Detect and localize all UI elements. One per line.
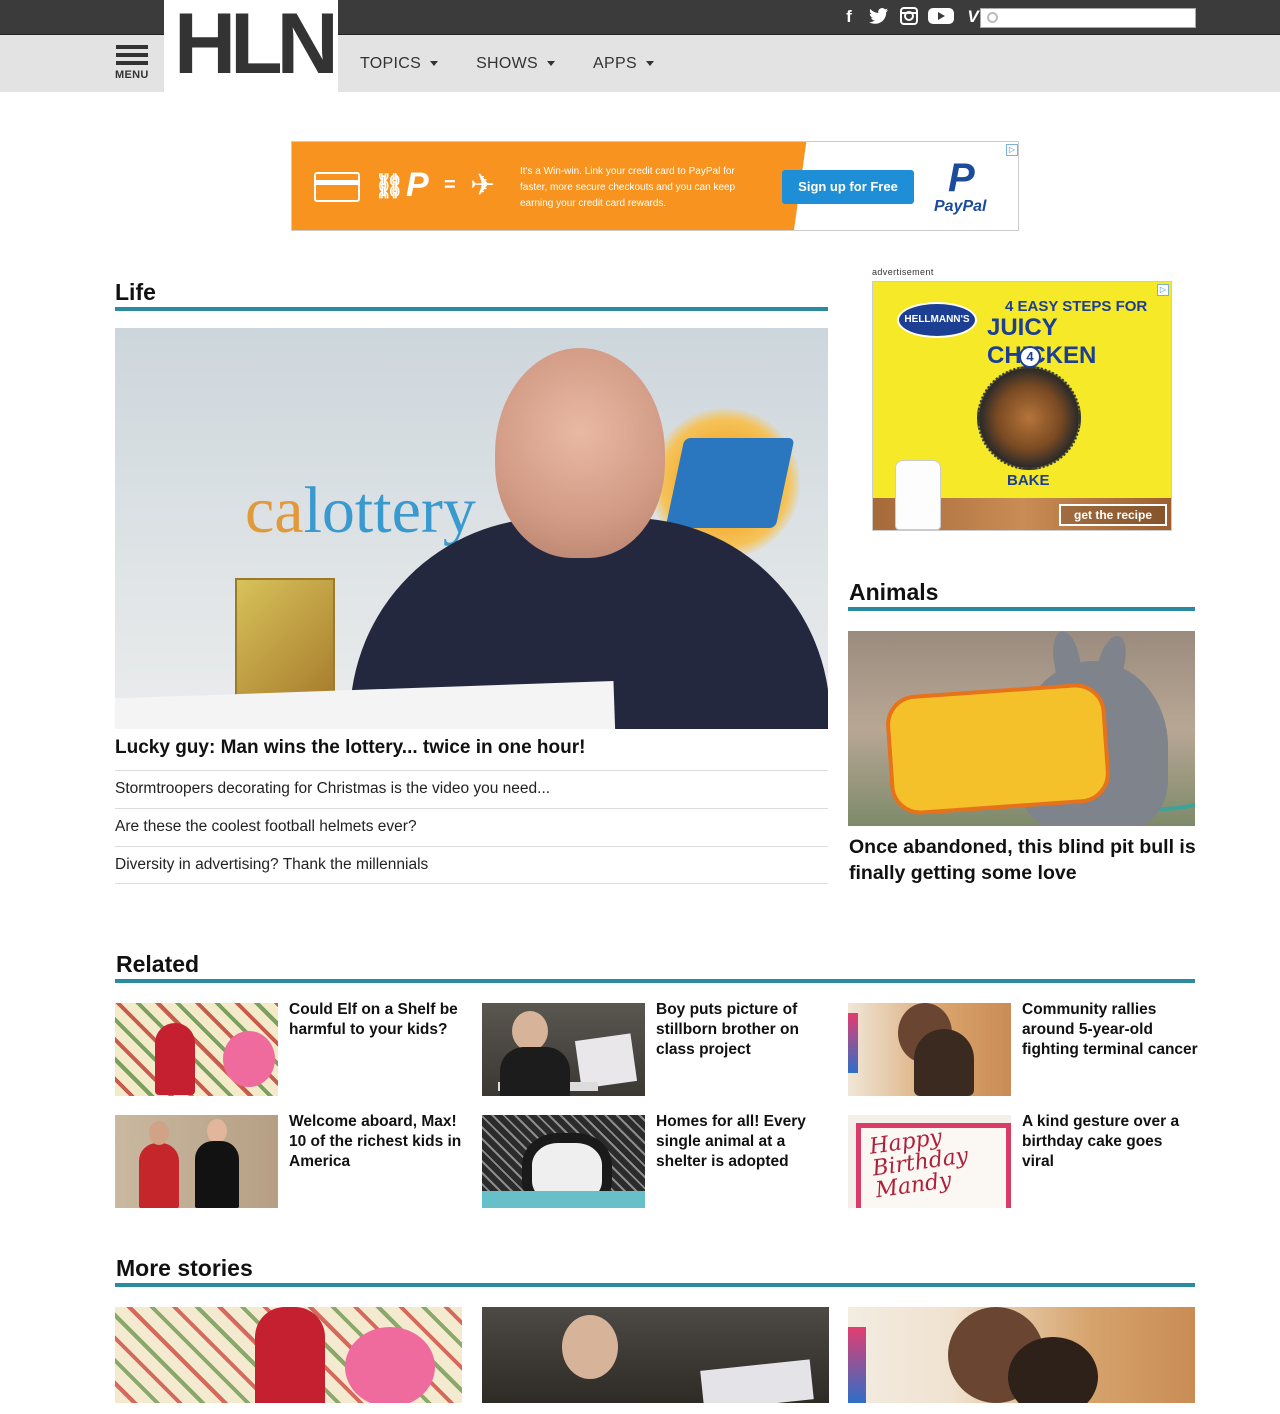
banner-ad[interactable]: ⛓ P = ✈ It's a Win-win. Link your credit… (291, 141, 1019, 231)
caret-down-icon (645, 61, 654, 66)
search-input[interactable] (980, 8, 1196, 28)
caret-down-icon (430, 61, 439, 66)
side-ad[interactable]: HELLMANN'S 4 EASY STEPS FOR JUICY CHICKE… (872, 281, 1172, 531)
adchoices-icon[interactable]: ▷ (1006, 144, 1018, 156)
hero-lottery-ticket (235, 578, 335, 708)
related-item[interactable]: Stillborn Baby in Class Project Boy puts… (482, 1000, 832, 1096)
thumbnail-stripe (848, 1013, 858, 1073)
list-item[interactable]: Diversity in advertising? Thank the mill… (115, 846, 828, 884)
side-ad-line2: JUICY CHICKEN (987, 314, 1097, 369)
related-thumbnail[interactable]: Happy Birthday Mandy (848, 1115, 1011, 1208)
related-item[interactable]: Happy Birthday Mandy A kind gesture over… (848, 1112, 1198, 1208)
thumbnail-caption: Stillborn Baby in Class Project (498, 1082, 598, 1091)
related-item[interactable]: Welcome aboard, Max! 10 of the richest k… (115, 1112, 465, 1208)
hamburger-icon (116, 45, 148, 69)
more-story-image[interactable] (482, 1307, 829, 1403)
adchoices-icon[interactable]: ▷ (1157, 284, 1169, 296)
side-ad-line1: 4 EASY STEPS FOR (1005, 298, 1148, 315)
get-recipe-button[interactable]: get the recipe (1059, 504, 1167, 526)
animals-section-title: Animals (849, 579, 939, 605)
social-links: f V (838, 7, 992, 27)
life-section-title: Life (115, 279, 156, 305)
thumbnail-head (149, 1121, 169, 1145)
animals-headline[interactable]: Once abandoned, this blind pit bull is f… (849, 834, 1199, 886)
hero-brand-text: calottery (245, 473, 476, 549)
related-section-rule (115, 979, 1195, 983)
caret-down-icon (547, 61, 556, 66)
related-title[interactable]: Could Elf on a Shelf be harmful to your … (289, 1000, 465, 1040)
menu-label: MENU (115, 69, 149, 81)
hero-brand-part-a: ca (245, 474, 304, 547)
search-icon (987, 12, 998, 23)
thumbnail-paper (574, 1033, 638, 1089)
menu-button[interactable]: MENU (98, 35, 164, 92)
life-story-list: Stormtroopers decorating for Christmas i… (115, 770, 828, 884)
mayo-jar-image (895, 460, 941, 530)
related-thumbnail[interactable] (848, 1003, 1011, 1096)
site-logo[interactable]: HLN (164, 0, 339, 92)
twitter-icon[interactable] (868, 7, 890, 27)
life-section-rule (115, 307, 828, 311)
facebook-icon[interactable]: f (838, 7, 860, 27)
chicken-pan-image (977, 366, 1081, 470)
related-section-title: Related (116, 951, 200, 977)
hero-logo-graphic (665, 438, 795, 528)
cake-text: Happy Birthday Mandy (867, 1124, 970, 1204)
nav-topics[interactable]: TOPICS (360, 54, 439, 73)
step-label: BAKE (1007, 472, 1050, 489)
related-thumbnail[interactable] (482, 1115, 645, 1208)
hellmanns-logo: HELLMANN'S (897, 302, 977, 338)
related-thumbnail[interactable] (115, 1003, 278, 1096)
equals-icon: = (444, 174, 456, 196)
main-nav: TOPICS SHOWS APPS (360, 35, 692, 92)
hero-person-head (495, 348, 665, 558)
related-thumbnail[interactable] (115, 1115, 278, 1208)
more-stories-section-title: More stories (116, 1255, 253, 1281)
more-stories-section-rule (115, 1283, 1195, 1287)
airplane-icon: ✈ (470, 169, 496, 202)
nav-apps[interactable]: APPS (593, 55, 654, 73)
more-story-image[interactable] (848, 1307, 1195, 1403)
instagram-icon[interactable] (898, 7, 920, 27)
nav-shows-label: SHOWS (476, 54, 539, 72)
youtube-icon[interactable] (928, 7, 954, 27)
nav-shows[interactable]: SHOWS (476, 54, 556, 73)
animals-section-rule (848, 607, 1195, 611)
credit-card-icon (314, 172, 360, 202)
hero-brand-part-b: lottery (303, 474, 476, 547)
related-item[interactable]: Community rallies around 5-year-old figh… (848, 1000, 1198, 1096)
paypal-logo-icon: P (948, 156, 975, 200)
thumbnail-head (207, 1119, 227, 1143)
nav-apps-label: APPS (593, 54, 637, 72)
nav-topics-label: TOPICS (360, 54, 422, 72)
advertisement-label: advertisement (872, 267, 934, 277)
related-item[interactable]: Could Elf on a Shelf be harmful to your … (115, 1000, 465, 1096)
step-number: 4 (1019, 346, 1041, 368)
dog-sweater-graphic (884, 681, 1112, 817)
paypal-p-icon: P (406, 166, 429, 204)
related-title[interactable]: A kind gesture over a birthday cake goes… (1022, 1112, 1198, 1172)
related-title[interactable]: Homes for all! Every single animal at a … (656, 1112, 832, 1172)
list-item[interactable]: Are these the coolest football helmets e… (115, 808, 828, 846)
list-item[interactable]: Stormtroopers decorating for Christmas i… (115, 770, 828, 808)
paypal-wordmark: PayPal (934, 198, 987, 215)
related-item[interactable]: Homes for all! Every single animal at a … (482, 1112, 832, 1208)
banner-ad-text: It's a Win-win. Link your credit card to… (520, 166, 736, 209)
related-title[interactable]: Community rallies around 5-year-old figh… (1022, 1000, 1198, 1060)
related-title[interactable]: Boy puts picture of stillborn brother on… (656, 1000, 832, 1060)
life-hero-image[interactable]: calottery (115, 328, 828, 729)
life-lead-headline[interactable]: Lucky guy: Man wins the lottery... twice… (115, 737, 585, 759)
more-story-image[interactable] (115, 1307, 462, 1403)
related-title[interactable]: Welcome aboard, Max! 10 of the richest k… (289, 1112, 465, 1172)
thumbnail-stripe (848, 1327, 866, 1403)
animals-image[interactable] (848, 631, 1195, 826)
logo-text: HLN (174, 0, 339, 92)
related-thumbnail[interactable]: Stillborn Baby in Class Project (482, 1003, 645, 1096)
signup-button[interactable]: Sign up for Free (782, 170, 914, 204)
link-icon: ⛓ (374, 173, 405, 200)
